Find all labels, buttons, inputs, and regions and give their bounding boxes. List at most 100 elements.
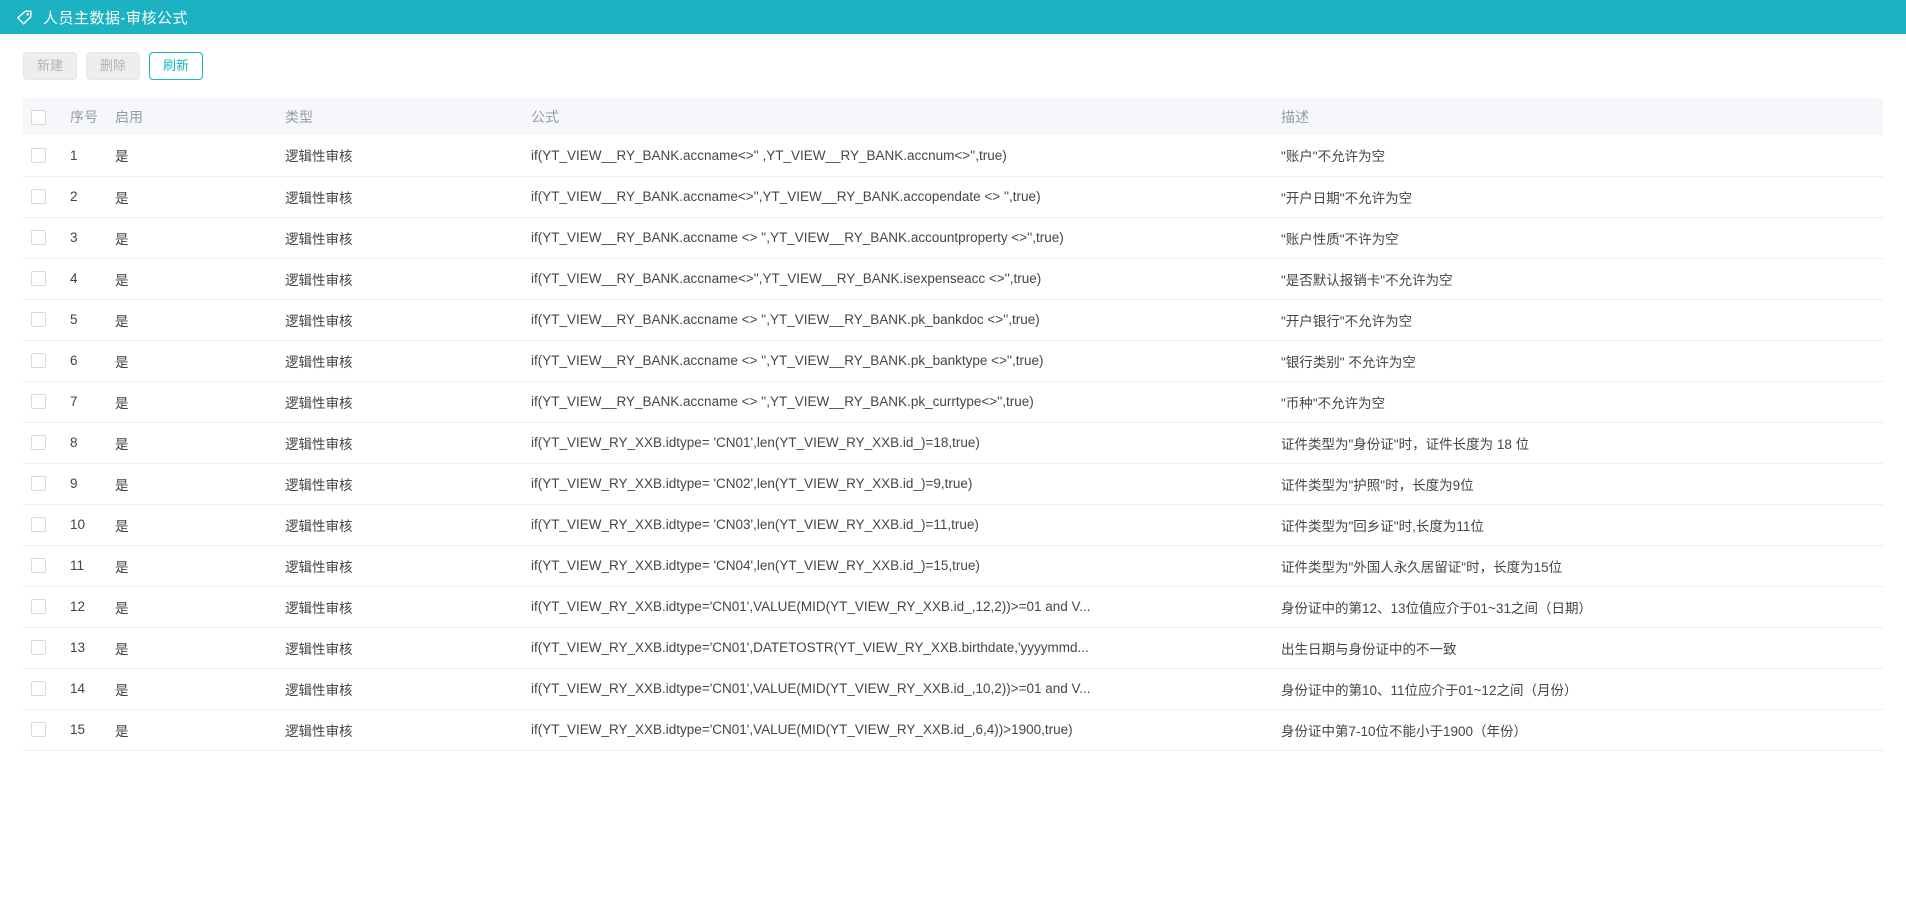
cell-formula: if(YT_VIEW__RY_BANK.accname <> '',YT_VIE… [523, 340, 1273, 381]
cell-type: 逻辑性审核 [277, 627, 523, 668]
cell-enabled: 是 [107, 504, 277, 545]
row-checkbox-cell [23, 545, 62, 586]
row-checkbox[interactable] [31, 189, 46, 204]
row-checkbox-cell [23, 299, 62, 340]
cell-formula: if(YT_VIEW_RY_XXB.idtype='CN01',VALUE(MI… [523, 668, 1273, 709]
table-row: 6 是 逻辑性审核 if(YT_VIEW__RY_BANK.accname <>… [23, 340, 1883, 381]
cell-description: 出生日期与身份证中的不一致 [1273, 627, 1883, 668]
cell-index: 10 [62, 504, 107, 545]
cell-formula: if(YT_VIEW__RY_BANK.accname<>'',YT_VIEW_… [523, 176, 1273, 217]
tag-icon [15, 8, 34, 27]
row-checkbox[interactable] [31, 230, 46, 245]
cell-type: 逻辑性审核 [277, 217, 523, 258]
cell-description: 身份证中第7-10位不能小于1900（年份） [1273, 709, 1883, 750]
column-header-formula: 公式 [523, 98, 1273, 135]
new-button[interactable]: 新建 [23, 52, 77, 80]
cell-enabled: 是 [107, 217, 277, 258]
cell-enabled: 是 [107, 258, 277, 299]
cell-enabled: 是 [107, 627, 277, 668]
row-checkbox[interactable] [31, 476, 46, 491]
cell-formula: if(YT_VIEW_RY_XXB.idtype= 'CN04',len(YT_… [523, 545, 1273, 586]
cell-formula: if(YT_VIEW__RY_BANK.accname<>'',YT_VIEW_… [523, 258, 1273, 299]
cell-type: 逻辑性审核 [277, 586, 523, 627]
cell-type: 逻辑性审核 [277, 422, 523, 463]
cell-formula: if(YT_VIEW__RY_BANK.accname <> '',YT_VIE… [523, 381, 1273, 422]
cell-enabled: 是 [107, 381, 277, 422]
table-row: 14 是 逻辑性审核 if(YT_VIEW_RY_XXB.idtype='CN0… [23, 668, 1883, 709]
cell-index: 11 [62, 545, 107, 586]
table-row: 8 是 逻辑性审核 if(YT_VIEW_RY_XXB.idtype= 'CN0… [23, 422, 1883, 463]
row-checkbox-cell [23, 176, 62, 217]
row-checkbox[interactable] [31, 517, 46, 532]
row-checkbox-cell [23, 586, 62, 627]
row-checkbox[interactable] [31, 312, 46, 327]
cell-formula: if(YT_VIEW__RY_BANK.accname <> '',YT_VIE… [523, 299, 1273, 340]
row-checkbox-cell [23, 463, 62, 504]
row-checkbox[interactable] [31, 271, 46, 286]
row-checkbox[interactable] [31, 353, 46, 368]
cell-type: 逻辑性审核 [277, 176, 523, 217]
cell-formula: if(YT_VIEW_RY_XXB.idtype='CN01',DATETOST… [523, 627, 1273, 668]
cell-enabled: 是 [107, 340, 277, 381]
column-header-index: 序号 [62, 98, 107, 135]
row-checkbox[interactable] [31, 599, 46, 614]
table-header-row: 序号 启用 类型 公式 描述 [23, 98, 1883, 135]
cell-index: 3 [62, 217, 107, 258]
cell-type: 逻辑性审核 [277, 545, 523, 586]
row-checkbox[interactable] [31, 558, 46, 573]
cell-index: 2 [62, 176, 107, 217]
cell-formula: if(YT_VIEW_RY_XXB.idtype= 'CN01',len(YT_… [523, 422, 1273, 463]
cell-description: "银行类别" 不允许为空 [1273, 340, 1883, 381]
table-row: 2 是 逻辑性审核 if(YT_VIEW__RY_BANK.accname<>'… [23, 176, 1883, 217]
cell-formula: if(YT_VIEW__RY_BANK.accname<>'' ,YT_VIEW… [523, 135, 1273, 176]
cell-description: 身份证中的第10、11位应介于01~12之间（月份） [1273, 668, 1883, 709]
refresh-button[interactable]: 刷新 [149, 52, 203, 80]
row-checkbox[interactable] [31, 640, 46, 655]
toolbar: 新建 删除 刷新 [0, 34, 1906, 80]
cell-description: "是否默认报销卡"不允许为空 [1273, 258, 1883, 299]
row-checkbox[interactable] [31, 681, 46, 696]
row-checkbox[interactable] [31, 722, 46, 737]
cell-index: 13 [62, 627, 107, 668]
cell-index: 7 [62, 381, 107, 422]
cell-description: "账户性质"不许为空 [1273, 217, 1883, 258]
cell-type: 逻辑性审核 [277, 258, 523, 299]
table-row: 15 是 逻辑性审核 if(YT_VIEW_RY_XXB.idtype='CN0… [23, 709, 1883, 750]
cell-type: 逻辑性审核 [277, 709, 523, 750]
column-header-type: 类型 [277, 98, 523, 135]
row-checkbox[interactable] [31, 148, 46, 163]
table-body: 1 是 逻辑性审核 if(YT_VIEW__RY_BANK.accname<>'… [23, 135, 1883, 750]
cell-index: 4 [62, 258, 107, 299]
row-checkbox-cell [23, 668, 62, 709]
cell-description: 证件类型为"回乡证"时,长度为11位 [1273, 504, 1883, 545]
row-checkbox-cell [23, 135, 62, 176]
cell-type: 逻辑性审核 [277, 463, 523, 504]
cell-type: 逻辑性审核 [277, 504, 523, 545]
cell-enabled: 是 [107, 299, 277, 340]
select-all-checkbox[interactable] [31, 110, 46, 125]
cell-type: 逻辑性审核 [277, 340, 523, 381]
audit-formula-table: 序号 启用 类型 公式 描述 1 是 逻辑性审核 if(YT_VIEW__RY_… [23, 98, 1883, 751]
cell-index: 12 [62, 586, 107, 627]
cell-formula: if(YT_VIEW__RY_BANK.accname <> '',YT_VIE… [523, 217, 1273, 258]
row-checkbox-cell [23, 709, 62, 750]
table-row: 5 是 逻辑性审核 if(YT_VIEW__RY_BANK.accname <>… [23, 299, 1883, 340]
row-checkbox-cell [23, 627, 62, 668]
cell-type: 逻辑性审核 [277, 381, 523, 422]
cell-enabled: 是 [107, 422, 277, 463]
cell-enabled: 是 [107, 463, 277, 504]
cell-index: 9 [62, 463, 107, 504]
cell-formula: if(YT_VIEW_RY_XXB.idtype='CN01',VALUE(MI… [523, 586, 1273, 627]
cell-enabled: 是 [107, 709, 277, 750]
cell-description: 证件类型为"身份证"时，证件长度为 18 位 [1273, 422, 1883, 463]
cell-formula: if(YT_VIEW_RY_XXB.idtype= 'CN03',len(YT_… [523, 504, 1273, 545]
row-checkbox[interactable] [31, 435, 46, 450]
delete-button[interactable]: 删除 [86, 52, 140, 80]
table-row: 1 是 逻辑性审核 if(YT_VIEW__RY_BANK.accname<>'… [23, 135, 1883, 176]
cell-description: "账户"不允许为空 [1273, 135, 1883, 176]
cell-enabled: 是 [107, 176, 277, 217]
row-checkbox[interactable] [31, 394, 46, 409]
cell-description: "开户日期"不允许为空 [1273, 176, 1883, 217]
cell-index: 1 [62, 135, 107, 176]
cell-description: 身份证中的第12、13位值应介于01~31之间（日期） [1273, 586, 1883, 627]
